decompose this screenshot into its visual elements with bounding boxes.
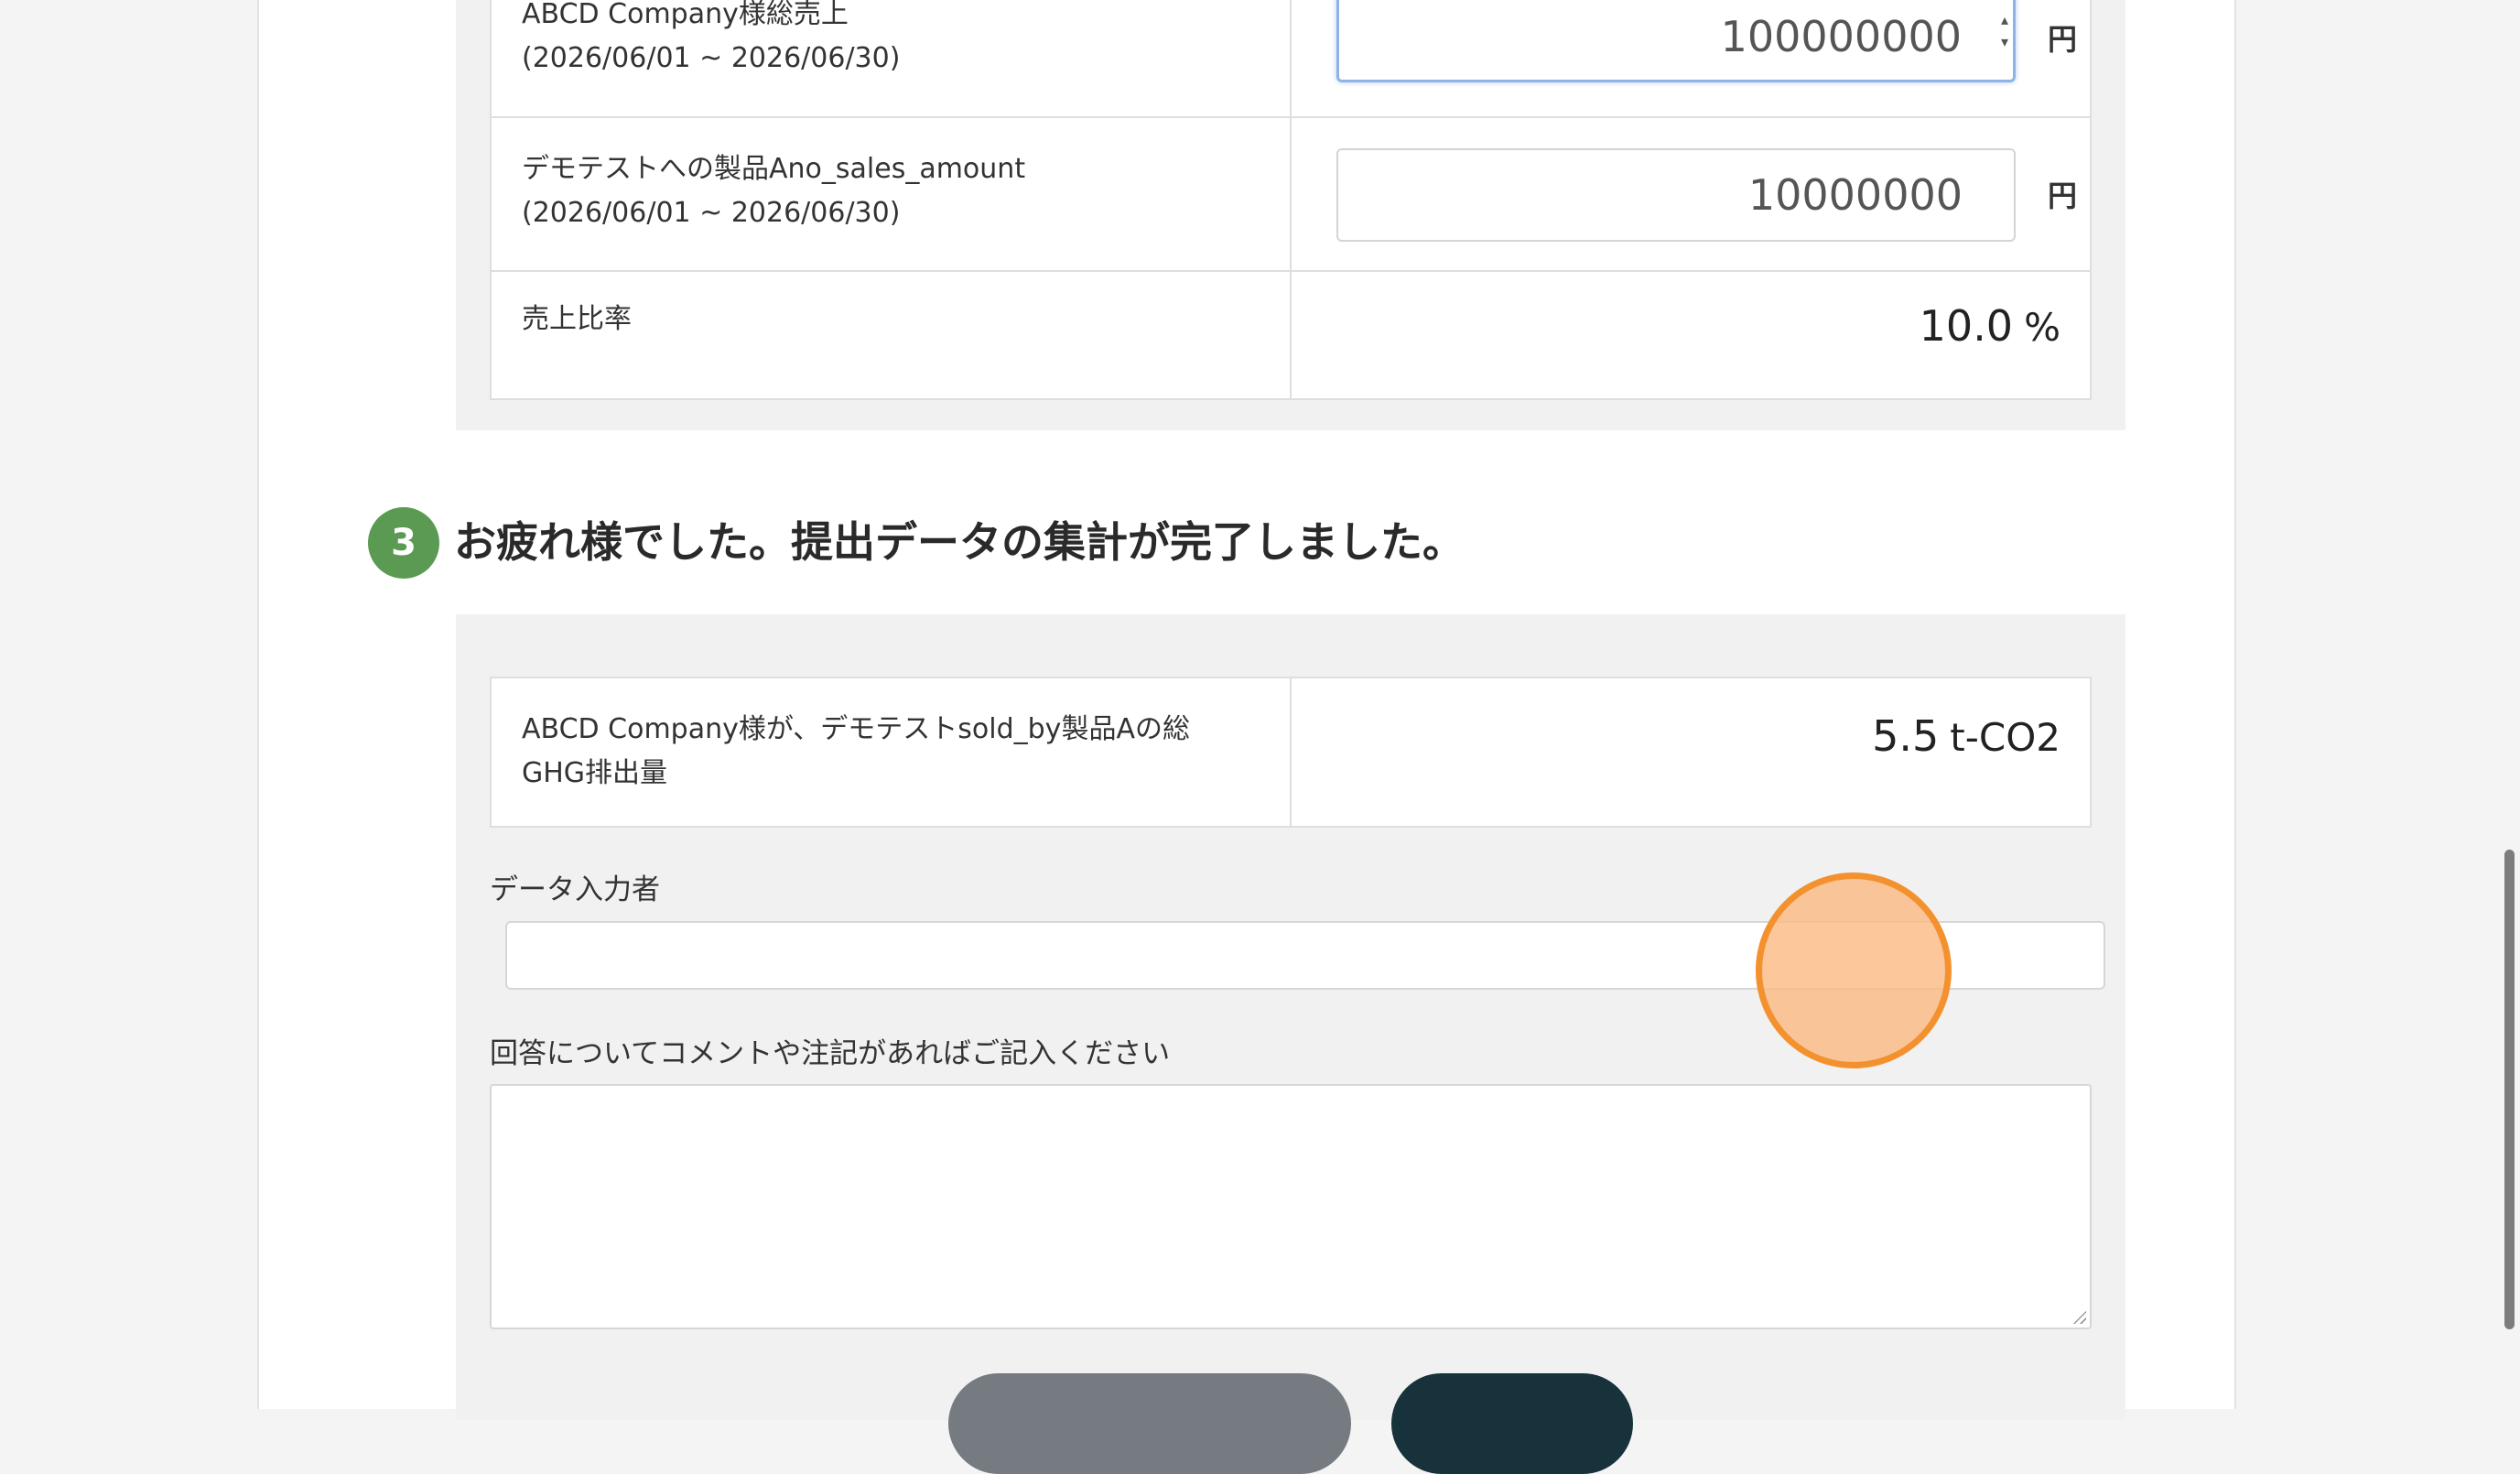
click-indicator	[1756, 872, 1952, 1068]
total-sales-unit: 円	[2048, 22, 2078, 57]
sales-ratio-label-cell: 売上比率	[490, 270, 1292, 400]
product-sales-value-cell: 10000000 円	[1290, 116, 2092, 272]
data-entry-label: データ入力者	[490, 873, 660, 906]
spinner-arrows-icon[interactable]: ▴ ▾	[1996, 9, 2013, 57]
ghg-value-cell: 5.5 t-CO2	[1290, 677, 2092, 828]
ghg-label-cell: ABCD Company様が、デモテストsold_by製品Aの総 GHG排出量	[490, 677, 1292, 828]
total-sales-value-cell: 100000000 ▴ ▾ 円	[1290, 0, 2092, 118]
step-3-title: お疲れ様でした。提出データの集計が完了しました。	[454, 517, 1465, 567]
page: ABCD Company様総売上 (2026/06/01 ~ 2026/06/3…	[0, 0, 2520, 1474]
submit-button[interactable]	[1391, 1373, 1633, 1474]
ghg-unit: t-CO2	[1950, 715, 2060, 760]
total-sales-input[interactable]: 100000000	[1336, 0, 2016, 82]
total-sales-label-cell: ABCD Company様総売上 (2026/06/01 ~ 2026/06/3…	[490, 0, 1292, 118]
sales-ratio-unit: %	[2024, 305, 2060, 350]
ghg-number: 5.5	[1872, 711, 1940, 761]
product-sales-period: (2026/06/01 ~ 2026/06/30)	[522, 197, 901, 229]
ghg-label-line2: GHG排出量	[522, 757, 668, 789]
product-sales-unit: 円	[2048, 179, 2078, 213]
product-sales-label-cell: デモテストへの製品Ano_sales_amount (2026/06/01 ~ …	[490, 116, 1292, 272]
step-3-badge: 3	[368, 507, 439, 579]
ghg-row: ABCD Company様が、デモテストsold_by製品Aの総 GHG排出量 …	[490, 677, 2092, 828]
sales-ratio-value-cell: 10.0%	[1290, 270, 2092, 400]
product-sales-input[interactable]: 10000000	[1336, 148, 2016, 242]
ghg-value: 5.5 t-CO2	[1872, 711, 2060, 761]
ghg-label: ABCD Company様が、デモテストsold_by製品Aの総	[522, 713, 1190, 745]
comment-label: 回答についてコメントや注記があればご記入ください	[490, 1037, 1171, 1070]
total-sales-period: (2026/06/01 ~ 2026/06/30)	[522, 42, 901, 74]
sales-ratio-label: 売上比率	[522, 303, 632, 335]
sales-ratio-number: 10.0	[1919, 301, 2014, 351]
product-sales-row: デモテストへの製品Ano_sales_amount (2026/06/01 ~ …	[490, 116, 2092, 272]
sales-ratio-value: 10.0%	[1920, 301, 2060, 351]
resize-grip-icon[interactable]	[2071, 1309, 2086, 1324]
scrollbar-thumb[interactable]	[2504, 850, 2515, 1329]
total-sales-label: ABCD Company様総売上	[522, 0, 849, 30]
back-button[interactable]	[948, 1373, 1351, 1474]
product-sales-label: デモテストへの製品Ano_sales_amount	[522, 153, 1026, 185]
total-sales-row: ABCD Company様総売上 (2026/06/01 ~ 2026/06/3…	[490, 0, 2092, 118]
sales-ratio-row: 売上比率 10.0%	[490, 270, 2092, 400]
comment-textarea[interactable]	[490, 1084, 2092, 1329]
